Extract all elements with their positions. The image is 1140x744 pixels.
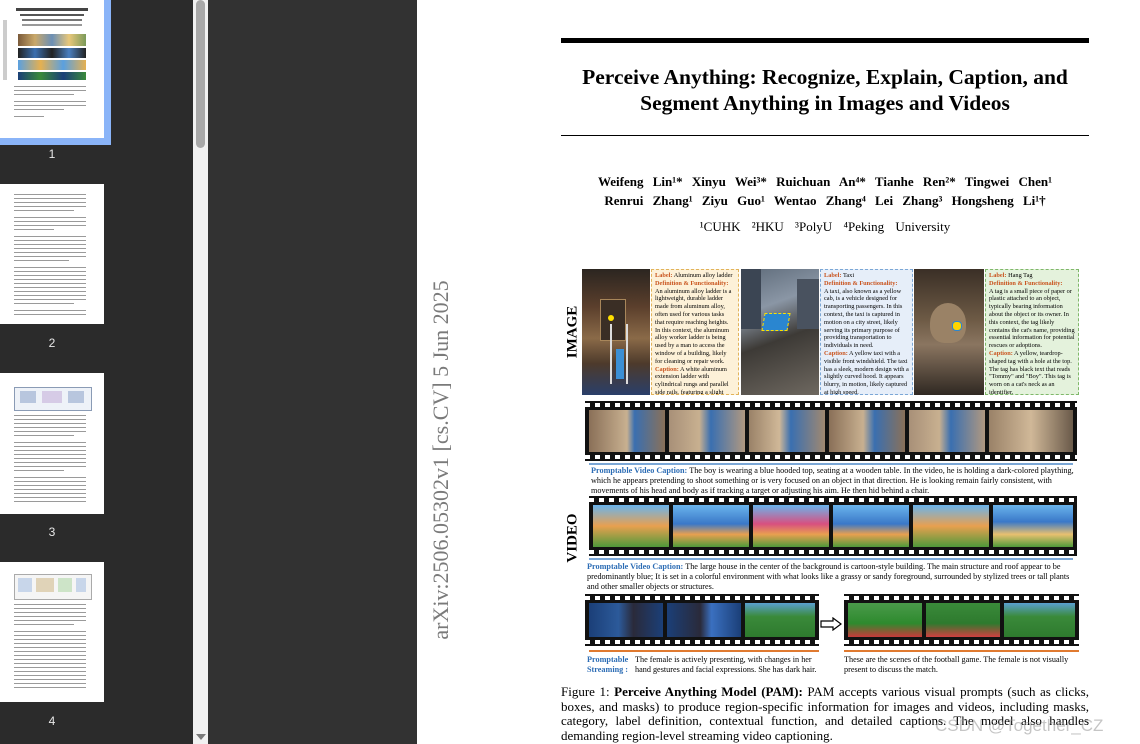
streaming-filmstrip-right bbox=[844, 594, 1079, 646]
authors-line-2: Renrui Zhang¹ Ziyu Guo¹ Wentao Zhang⁴ Le… bbox=[604, 193, 1046, 208]
thumbnail-page-number: 4 bbox=[48, 714, 56, 728]
authors-line-1: Weifeng Lin¹* Xinyu Wei³* Ruichuan An⁴* … bbox=[597, 174, 1053, 189]
ladder-photo bbox=[582, 269, 650, 395]
info-box-hang-tag: Label: Hang Tag Definition & Functionali… bbox=[985, 269, 1079, 395]
thumbnail-page-4[interactable] bbox=[0, 562, 104, 702]
scroll-down-arrow-icon[interactable] bbox=[196, 734, 206, 740]
paper-title: Perceive Anything: Recognize, Explain, C… bbox=[561, 64, 1089, 116]
video-section-label: VIDEO bbox=[564, 513, 581, 563]
thumbnail-sidebar: 1 2 3 4 bbox=[0, 0, 193, 744]
taxi-photo bbox=[741, 269, 819, 395]
sidebar-scrollbar-thumb[interactable] bbox=[196, 0, 205, 148]
affiliations: ¹CUHK ²HKU ³PolyU ⁴Peking University bbox=[699, 219, 951, 234]
video-filmstrip-1 bbox=[585, 401, 1077, 461]
watermark: CSDN @Together_CZ bbox=[935, 716, 1104, 735]
info-box-ladder: Label: Aluminum alloy ladder Definition … bbox=[651, 269, 739, 395]
right-arrow-icon bbox=[820, 617, 842, 631]
info-box-taxi: Label: Taxi Definition & Functionality: … bbox=[820, 269, 913, 395]
title-line-2: Segment Anything in Images and Videos bbox=[640, 91, 1010, 115]
thumbnail-page-3[interactable] bbox=[0, 373, 104, 514]
title-rule-top bbox=[561, 38, 1089, 43]
video-filmstrip-2 bbox=[589, 496, 1077, 556]
video-caption-2: Promptable Video Caption: The large hous… bbox=[587, 562, 1070, 592]
streaming-caption-right: These are the scenes of the football gam… bbox=[844, 655, 1069, 675]
streaming-caption-left: The female is actively presenting, with … bbox=[635, 655, 817, 675]
thumbnail-page-number: 1 bbox=[48, 147, 56, 161]
streaming-filmstrip-left bbox=[585, 594, 819, 646]
title-line-1: Perceive Anything: Recognize, Explain, C… bbox=[582, 65, 1068, 89]
image-section-label: IMAGE bbox=[564, 305, 581, 359]
document-page: Perceive Anything: Recognize, Explain, C… bbox=[417, 0, 1140, 744]
video-caption-1: Promptable Video Caption: The boy is wea… bbox=[591, 466, 1074, 496]
title-rule-bottom bbox=[561, 135, 1089, 136]
cat-photo bbox=[914, 269, 984, 395]
thumbnail-page-number: 3 bbox=[48, 525, 56, 539]
thumbnail-page-number: 2 bbox=[48, 336, 56, 350]
streaming-label: Promptable Streaming : bbox=[587, 655, 629, 675]
arxiv-identifier: arXiv:2506.05302v1 [cs.CV] 5 Jun 2025 bbox=[428, 280, 453, 640]
thumbnail-page-2[interactable] bbox=[0, 184, 104, 324]
author-list: Weifeng Lin¹* Xinyu Wei³* Ruichuan An⁴* … bbox=[561, 172, 1089, 210]
thumbnail-page-1[interactable] bbox=[0, 0, 104, 138]
